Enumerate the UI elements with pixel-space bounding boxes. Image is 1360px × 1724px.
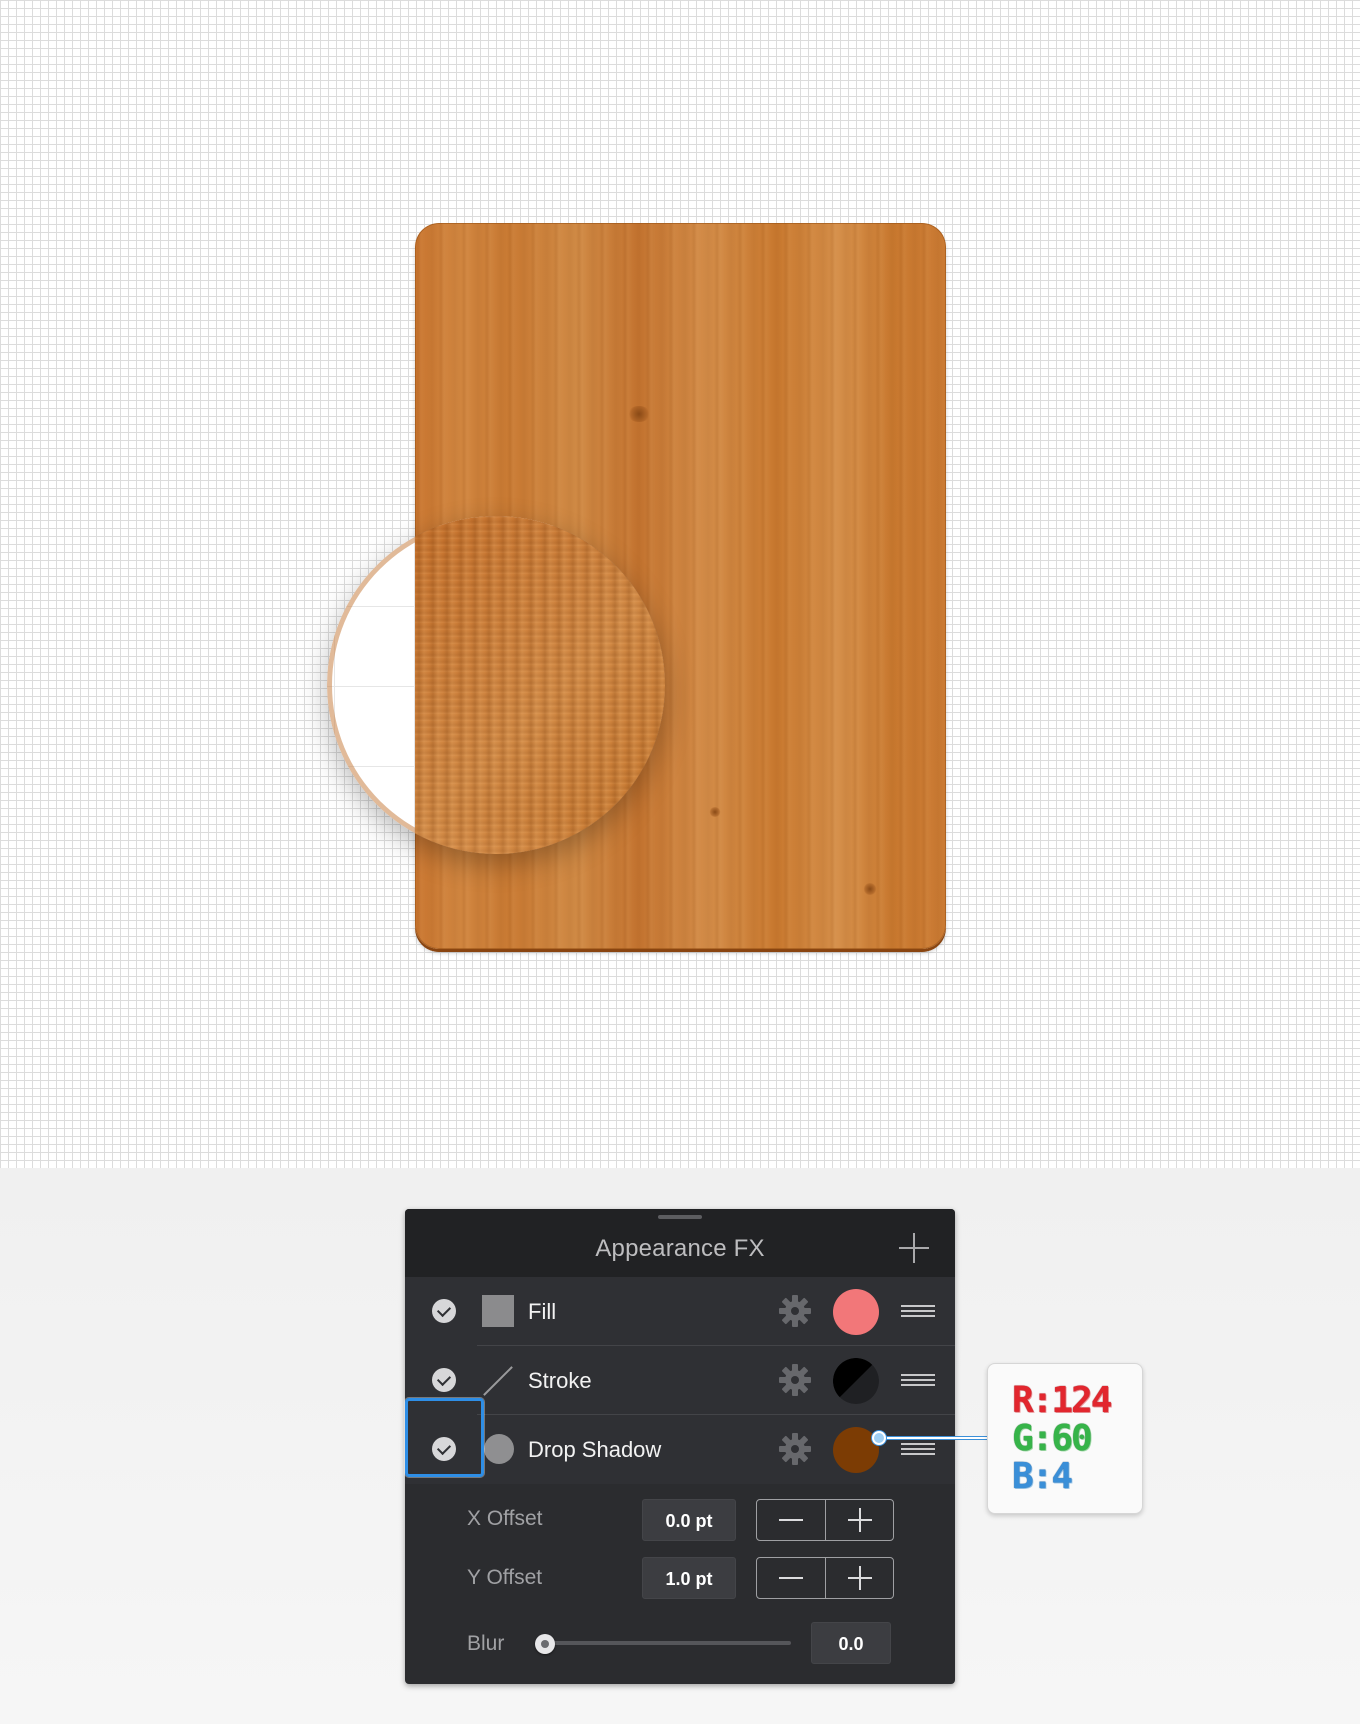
drag-handle-icon[interactable] [901, 1374, 935, 1388]
x-offset-increment-button[interactable] [826, 1500, 894, 1540]
wood-knot [627, 406, 651, 422]
effect-row-fill[interactable]: Fill [405, 1277, 955, 1346]
fill-color-swatch[interactable] [833, 1289, 879, 1335]
drag-handle-icon[interactable] [901, 1443, 935, 1457]
stroke-color-swatch[interactable] [833, 1358, 879, 1404]
zoom-magnifier [327, 516, 665, 854]
x-offset-decrement-button[interactable] [757, 1500, 825, 1540]
blue-value: B:4 [1012, 1456, 1073, 1497]
x-offset-stepper [756, 1499, 894, 1541]
panel-title: Appearance FX [595, 1235, 765, 1262]
gear-icon[interactable] [778, 1294, 812, 1328]
x-offset-field[interactable]: 0.0 pt [642, 1499, 736, 1541]
callout-leader-line [879, 1436, 987, 1440]
stroke-line-icon [482, 1364, 514, 1396]
shadow-circle-icon [484, 1434, 514, 1464]
y-offset-increment-button[interactable] [826, 1558, 894, 1598]
color-values-callout: R:124 G:60 B:4 [987, 1363, 1143, 1514]
checkmark-icon[interactable] [432, 1299, 456, 1323]
callout-pointer-dot [872, 1431, 886, 1445]
panel-grabber[interactable] [658, 1215, 702, 1219]
red-value: R:124 [1012, 1380, 1112, 1421]
y-offset-decrement-button[interactable] [757, 1558, 825, 1598]
drag-handle-icon[interactable] [901, 1305, 935, 1319]
wood-knot [863, 883, 877, 895]
effect-label: Drop Shadow [528, 1437, 662, 1462]
effect-label: Stroke [528, 1368, 592, 1393]
gear-icon[interactable] [778, 1363, 812, 1397]
green-value: G:60 [1012, 1418, 1093, 1459]
plus-icon[interactable] [897, 1231, 931, 1265]
effect-row-stroke[interactable]: Stroke [405, 1346, 955, 1415]
y-offset-stepper [756, 1557, 894, 1599]
x-offset-label: X Offset [467, 1507, 543, 1530]
effect-row-drop-shadow[interactable]: Drop Shadow [405, 1415, 955, 1484]
blur-slider-knob[interactable] [535, 1634, 555, 1654]
y-offset-field[interactable]: 1.0 pt [642, 1557, 736, 1599]
wood-knot [709, 807, 721, 817]
blur-slider-track[interactable] [541, 1641, 791, 1645]
fill-square-icon [482, 1295, 514, 1327]
gear-icon[interactable] [778, 1432, 812, 1466]
effect-label: Fill [528, 1299, 557, 1324]
magnified-highlight [415, 816, 665, 854]
checkmark-icon[interactable] [432, 1437, 456, 1461]
blur-field[interactable]: 0.0 [811, 1622, 891, 1664]
panel-header: Appearance FX [405, 1209, 955, 1277]
magnified-wood [415, 516, 665, 854]
checkmark-icon[interactable] [432, 1368, 456, 1392]
appearance-panel: Appearance FX Fill Stroke Drop Shadow X … [405, 1209, 955, 1684]
blur-label: Blur [467, 1632, 505, 1655]
y-offset-label: Y Offset [467, 1566, 543, 1589]
